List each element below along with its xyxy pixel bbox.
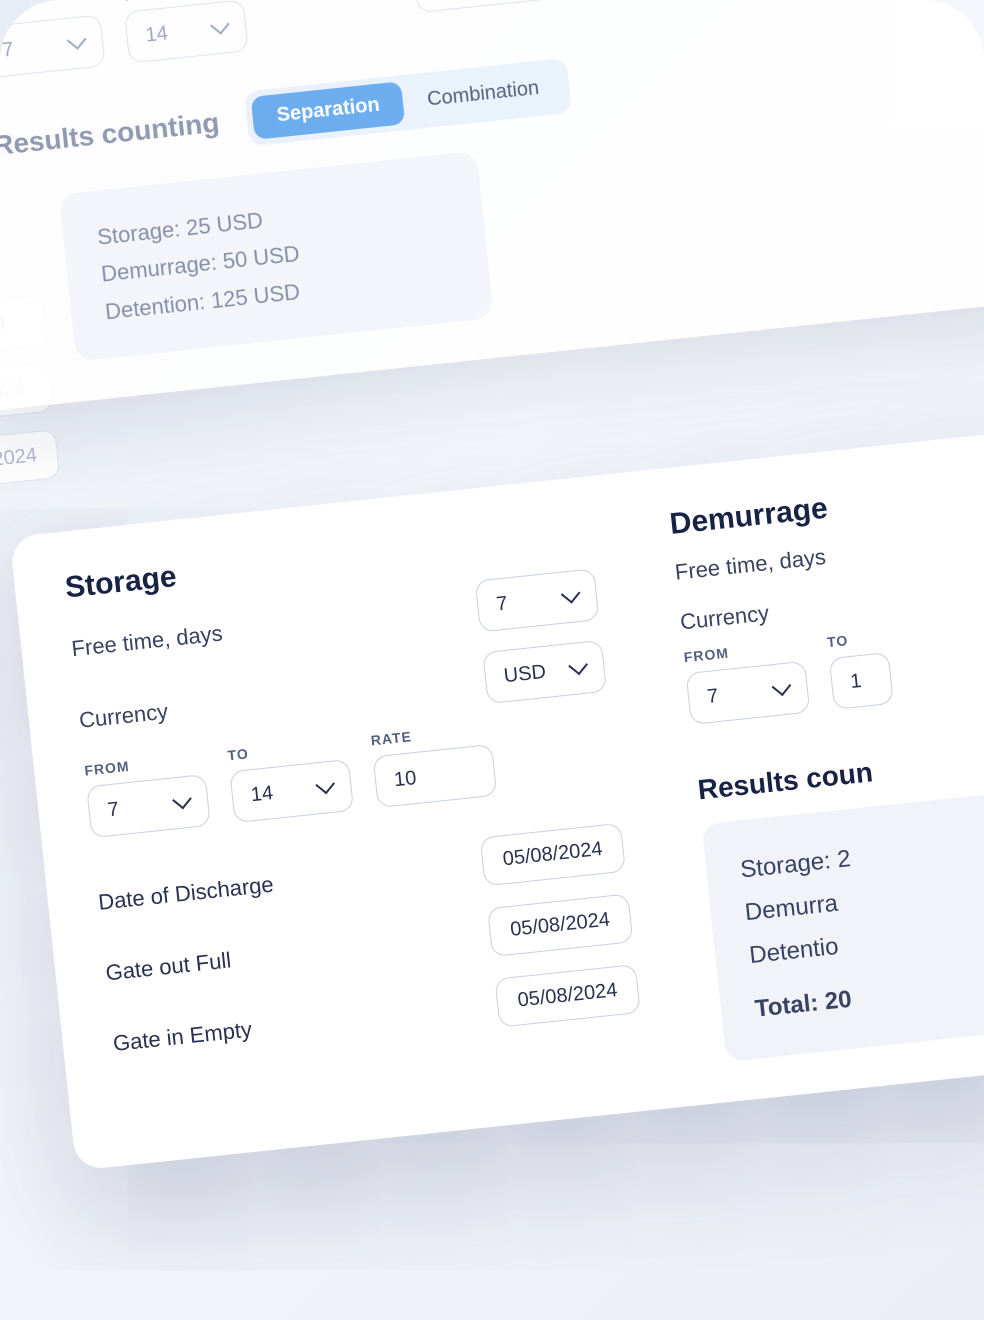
dm-from-label: FROM	[683, 637, 804, 665]
from-value: 7	[1, 38, 14, 62]
dm-to-input[interactable]: 1	[829, 652, 894, 710]
currency-value: USD	[503, 660, 547, 687]
currency-select[interactable]: USD	[482, 640, 607, 704]
from-select[interactable]: 7	[0, 14, 106, 78]
tab-combination[interactable]: Combination	[401, 64, 565, 124]
from-value: 7	[107, 798, 120, 822]
chevron-down-icon	[67, 30, 87, 50]
date-discharge-label: Date of Discharge	[97, 865, 328, 915]
chevron-down-icon	[561, 584, 581, 604]
gate-in-empty-label: Gate in Empty	[112, 1007, 343, 1057]
to-label: TO	[227, 735, 348, 763]
dm-from-select[interactable]: 7	[686, 661, 811, 725]
results-box: Storage: 2 Demurra Detentio Total: 20	[701, 788, 984, 1062]
chevron-down-icon	[772, 676, 792, 696]
tabs: Separation Combination	[244, 58, 572, 147]
chevron-down-icon	[172, 790, 192, 810]
chevron-down-icon	[210, 15, 230, 35]
chevron-down-icon	[568, 656, 588, 676]
from-select[interactable]: 7	[86, 774, 211, 838]
rate-input[interactable]: 10	[373, 744, 498, 808]
results-counting-title: Results coun	[696, 738, 984, 807]
results-box: Storage: 25 USD Demurrage: 50 USD Detent…	[59, 151, 494, 362]
front-card: Storage Free time, days 7 Currency USD	[10, 426, 984, 1170]
rate-label: RATE	[370, 720, 491, 748]
free-time-value: 7	[495, 592, 508, 616]
bg-date-fragment: /2024	[0, 429, 60, 487]
dm-from-value: 7	[706, 685, 719, 709]
gate-in-empty-input[interactable]: 05/08/2024	[494, 964, 640, 1028]
free-time-label: Free time, days	[70, 620, 223, 662]
results-counting-title: Results counting	[0, 106, 221, 162]
to-select[interactable]: 14	[124, 0, 249, 64]
rate-value: 10	[393, 767, 418, 792]
viewport: 024 2024 /2024 Free time, days Currency …	[0, 0, 984, 1320]
rate-input[interactable]: 10	[413, 0, 646, 13]
to-value: 14	[144, 22, 169, 47]
gate-out-full-label: Gate out Full	[104, 936, 335, 986]
gate-out-full-input[interactable]: 05/08/2024	[487, 893, 633, 957]
back-card: Free time, days Currency FROM 7 TO 14	[0, 0, 984, 413]
chevron-down-icon	[315, 775, 335, 795]
dm-to-label: TO	[826, 628, 887, 650]
to-value: 14	[250, 782, 275, 807]
dm-to-value: 1	[849, 669, 862, 693]
tab-separation[interactable]: Separation	[251, 81, 406, 140]
to-select[interactable]: 14	[229, 759, 354, 823]
currency-label: Currency	[78, 699, 169, 734]
free-time-select[interactable]: 7	[475, 568, 600, 632]
date-discharge-input[interactable]: 05/08/2024	[480, 823, 626, 887]
from-label: FROM	[84, 750, 205, 778]
